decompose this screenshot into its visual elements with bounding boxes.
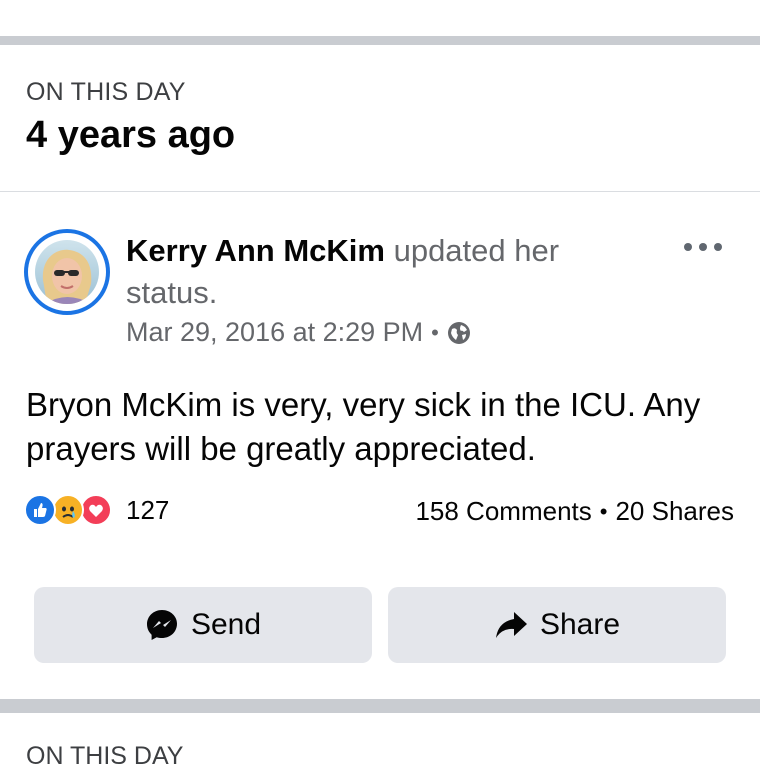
header-divider	[0, 191, 760, 192]
sad-reaction-icon	[52, 494, 84, 526]
post-timestamp[interactable]: Mar 29, 2016 at 2:29 PM	[126, 317, 423, 348]
section-divider	[0, 699, 760, 713]
post-meta: Mar 29, 2016 at 2:29 PM •	[126, 317, 471, 348]
profile-photo	[35, 240, 99, 304]
like-reaction-icon	[24, 494, 56, 526]
author-name[interactable]: Kerry Ann McKim	[126, 233, 385, 268]
on-this-day-label: ON THIS DAY	[26, 78, 186, 106]
messenger-icon	[146, 610, 177, 640]
post-stats: 158 Comments • 20 Shares	[415, 496, 734, 527]
more-dot	[684, 243, 692, 251]
shares-count[interactable]: 20 Shares	[615, 496, 734, 527]
settings-icon[interactable]	[682, 0, 722, 10]
send-button[interactable]: Send	[34, 587, 372, 663]
more-dot	[714, 243, 722, 251]
share-label: Share	[539, 608, 621, 641]
share-button[interactable]: Share	[388, 587, 726, 663]
post-text: Bryon McKim is very, very sick in the IC…	[26, 386, 701, 467]
send-label: Send	[190, 608, 262, 641]
love-reaction-icon	[80, 494, 112, 526]
stats-separator: •	[599, 498, 608, 524]
reaction-count: 127	[126, 494, 170, 525]
avatar[interactable]	[24, 229, 110, 315]
meta-separator: •	[431, 319, 439, 345]
globe-icon	[447, 321, 470, 344]
reactions-summary[interactable]: 127	[24, 494, 169, 526]
more-options-button[interactable]	[684, 238, 722, 256]
more-dot	[699, 243, 707, 251]
section-divider	[0, 36, 760, 45]
share-arrow-icon	[495, 612, 527, 638]
years-ago-title: 4 years ago	[26, 114, 236, 156]
previous-card-bottom	[0, 0, 760, 36]
comments-count[interactable]: 158 Comments	[415, 496, 591, 527]
post-header: Kerry Ann McKim updated her status.	[126, 230, 646, 314]
next-on-this-day-label: ON THIS DAY	[26, 742, 184, 770]
